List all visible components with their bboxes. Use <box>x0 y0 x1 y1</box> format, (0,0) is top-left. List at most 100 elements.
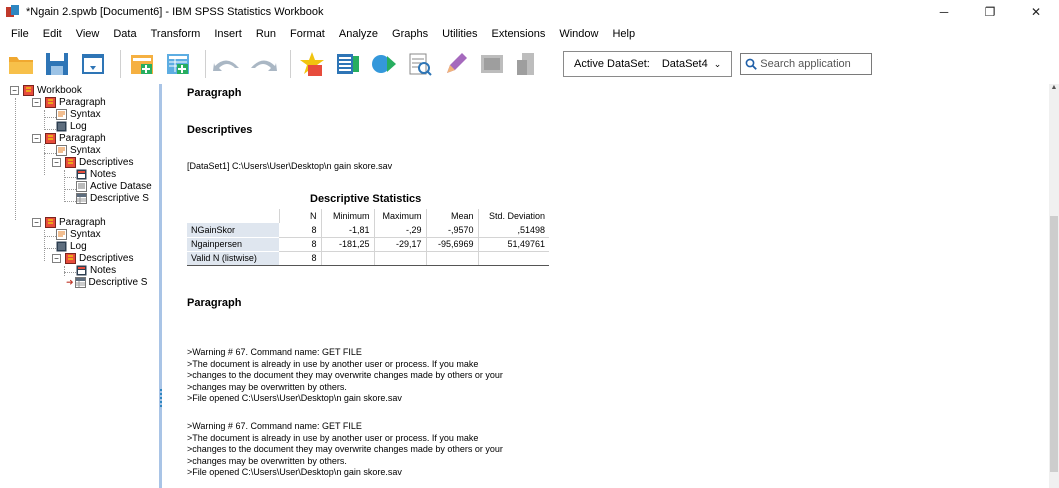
collapse-icon[interactable]: − <box>10 85 19 95</box>
syntax-icon[interactable] <box>405 49 435 79</box>
tree-node-label: Descriptives <box>79 156 134 168</box>
tree-node-label: Workbook <box>37 84 82 96</box>
tree-node-paragraph[interactable]: − Paragraph <box>32 132 106 144</box>
menu-transform[interactable]: Transform <box>144 28 208 40</box>
warning-block: >Warning # 67. Command name: GET FILE >T… <box>187 347 503 405</box>
collapse-icon[interactable]: − <box>32 217 41 227</box>
splitter-grip-icon[interactable] <box>160 389 162 407</box>
search-icon <box>745 58 758 70</box>
goto-case-icon[interactable] <box>297 49 327 79</box>
menu-window[interactable]: Window <box>552 28 605 40</box>
edit-icon[interactable] <box>441 49 471 79</box>
menu-format[interactable]: Format <box>283 28 332 40</box>
menu-extensions[interactable]: Extensions <box>485 28 553 40</box>
search-box[interactable] <box>740 53 873 75</box>
chart-icon[interactable] <box>477 49 507 79</box>
column-header: Std. Deviation <box>488 211 545 221</box>
tree-node-syntax[interactable]: Syntax <box>56 228 101 240</box>
tree-node-paragraph[interactable]: − Paragraph <box>32 216 106 228</box>
tree-node-label: Active Datase <box>90 180 152 192</box>
vertical-scrollbar[interactable]: ▲ <box>1049 84 1059 488</box>
tree-line <box>64 170 65 202</box>
print-preview-icon[interactable] <box>78 49 108 79</box>
menu-view[interactable]: View <box>69 28 107 40</box>
collapse-icon[interactable]: − <box>32 133 41 143</box>
menu-graphs[interactable]: Graphs <box>385 28 435 40</box>
tree-node-label: Paragraph <box>59 216 106 228</box>
warning-line: >File opened C:\Users\User\Desktop\n gai… <box>187 467 402 477</box>
table-cell: -,9570 <box>426 223 479 238</box>
undo-icon[interactable] <box>212 49 242 79</box>
row-label: Ngainpersen <box>187 237 279 252</box>
close-button[interactable]: ✕ <box>1013 0 1059 24</box>
descriptive-statistics-table[interactable]: N Minimum Maximum Mean Std. Deviation NG… <box>187 209 549 266</box>
table-cell <box>374 251 427 266</box>
menu-run[interactable]: Run <box>249 28 283 40</box>
active-dataset-dropdown[interactable]: DataSet4 ⌄ <box>662 58 721 70</box>
page-icon[interactable] <box>513 49 543 79</box>
insert-table-icon[interactable] <box>163 49 193 79</box>
save-icon[interactable] <box>42 49 72 79</box>
row-label: NGainSkor <box>187 223 279 238</box>
tree-node-paragraph[interactable]: − Paragraph <box>32 96 106 108</box>
tree-node-active-dataset[interactable]: Active Datase <box>76 180 152 192</box>
tree-node-label: Notes <box>90 168 117 180</box>
collapse-icon[interactable]: − <box>52 157 61 167</box>
tree-line <box>44 144 45 175</box>
column-header: Minimum <box>321 209 375 223</box>
tree-line <box>64 177 76 178</box>
tree-line <box>44 110 45 130</box>
collapse-icon[interactable]: − <box>52 253 61 263</box>
tree-node-descriptives[interactable]: − Descriptives <box>52 252 133 264</box>
search-input[interactable] <box>760 58 871 70</box>
table-cell: 8 <box>279 223 322 238</box>
scrollbar-thumb[interactable] <box>1050 216 1058 472</box>
log-icon <box>56 241 67 251</box>
tree-line <box>44 129 56 130</box>
output-viewer[interactable]: Paragraph Descriptives [DataSet1] C:\Use… <box>165 84 1049 488</box>
tree-line <box>15 98 16 220</box>
tree-node-notes[interactable]: Notes <box>76 168 116 180</box>
scroll-up-icon[interactable]: ▲ <box>1049 84 1059 96</box>
menu-insert[interactable]: Insert <box>207 28 249 40</box>
table-icon <box>74 276 86 288</box>
descriptives-heading: Descriptives <box>187 124 253 136</box>
tree-node-syntax[interactable]: Syntax <box>56 108 101 120</box>
window-title: *Ngain 2.spwb [Document6] - IBM SPSS Sta… <box>26 6 324 18</box>
menu-help[interactable]: Help <box>605 28 642 40</box>
restore-button[interactable]: ❐ <box>967 0 1013 24</box>
run-icon[interactable] <box>369 49 399 79</box>
menu-analyze[interactable]: Analyze <box>332 28 385 40</box>
descriptives-icon <box>65 156 76 168</box>
tree-node-log[interactable]: Log <box>56 120 87 132</box>
notes-icon <box>76 265 87 275</box>
tree-node-log[interactable]: Log <box>56 240 87 252</box>
tree-node-notes[interactable]: Notes <box>76 264 116 276</box>
syntax-icon <box>56 144 67 156</box>
dataset-path: [DataSet1] C:\Users\User\Desktop\n gain … <box>187 161 393 171</box>
minimize-button[interactable]: ─ <box>921 0 967 24</box>
tree-node-descriptive-statistics[interactable]: Descriptive S <box>76 192 149 204</box>
menu-data[interactable]: Data <box>106 28 143 40</box>
tree-line <box>44 230 45 261</box>
tree-node-descriptives[interactable]: − Descriptives <box>52 156 133 168</box>
menu-edit[interactable]: Edit <box>36 28 69 40</box>
menu-bar: File Edit View Data Transform Insert Run… <box>0 24 1059 44</box>
warning-line: >Warning # 67. Command name: GET FILE <box>187 347 362 357</box>
redo-icon[interactable] <box>248 49 278 79</box>
table-cell: -1,81 <box>321 223 375 238</box>
variables-icon[interactable] <box>333 49 363 79</box>
tree-node-syntax[interactable]: Syntax <box>56 144 101 156</box>
menu-file[interactable]: File <box>4 28 36 40</box>
tree-node-descriptive-statistics-selected[interactable]: ➜ Descriptive S <box>66 276 147 288</box>
tree-line <box>44 153 56 154</box>
collapse-icon[interactable]: − <box>32 97 41 107</box>
tree-node-workbook[interactable]: − Workbook <box>10 84 82 96</box>
tree-node-label: Syntax <box>70 144 101 156</box>
warning-line: >changes may be overwritten by others. <box>187 381 347 392</box>
export-icon[interactable] <box>127 49 157 79</box>
open-folder-icon[interactable] <box>6 49 36 79</box>
menu-utilities[interactable]: Utilities <box>435 28 484 40</box>
outline-pane[interactable]: − Workbook − Paragraph Syntax Log − Para… <box>0 84 162 488</box>
table-cell <box>321 251 375 266</box>
